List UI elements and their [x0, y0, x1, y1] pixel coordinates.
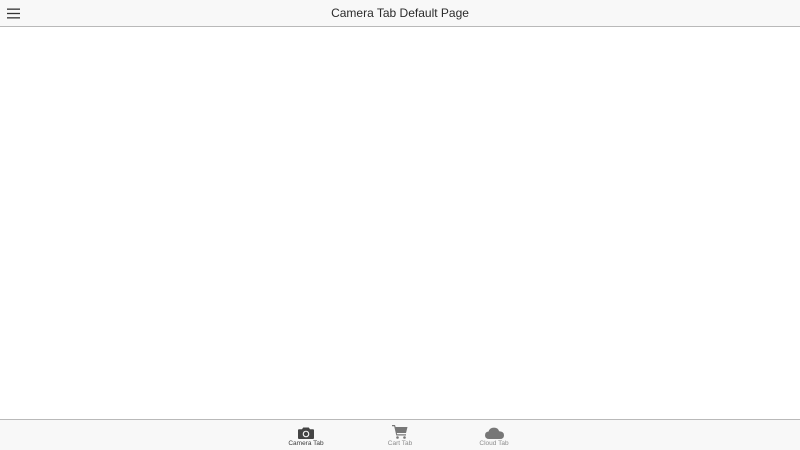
tab-cart[interactable]: Cart Tab [353, 420, 447, 450]
cart-icon [392, 421, 408, 439]
tab-cloud[interactable]: Cloud Tab [447, 420, 541, 450]
hamburger-menu-icon [6, 8, 20, 18]
tab-cart-label: Cart Tab [387, 440, 413, 447]
cloud-icon [484, 421, 504, 439]
tab-camera-label: Camera Tab [288, 440, 324, 447]
camera-icon [298, 421, 314, 439]
main-content-area [0, 27, 800, 419]
bottom-tab-bar: Camera Tab Cart Tab Cloud Tab [0, 419, 800, 450]
menu-button[interactable] [3, 3, 23, 23]
tab-cloud-label: Cloud Tab [479, 440, 509, 447]
tab-camera[interactable]: Camera Tab [259, 420, 353, 450]
top-toolbar: Camera Tab Default Page [0, 0, 800, 27]
page-title: Camera Tab Default Page [331, 6, 469, 20]
app-window: Camera Tab Default Page Camera Tab Cart … [0, 0, 800, 450]
